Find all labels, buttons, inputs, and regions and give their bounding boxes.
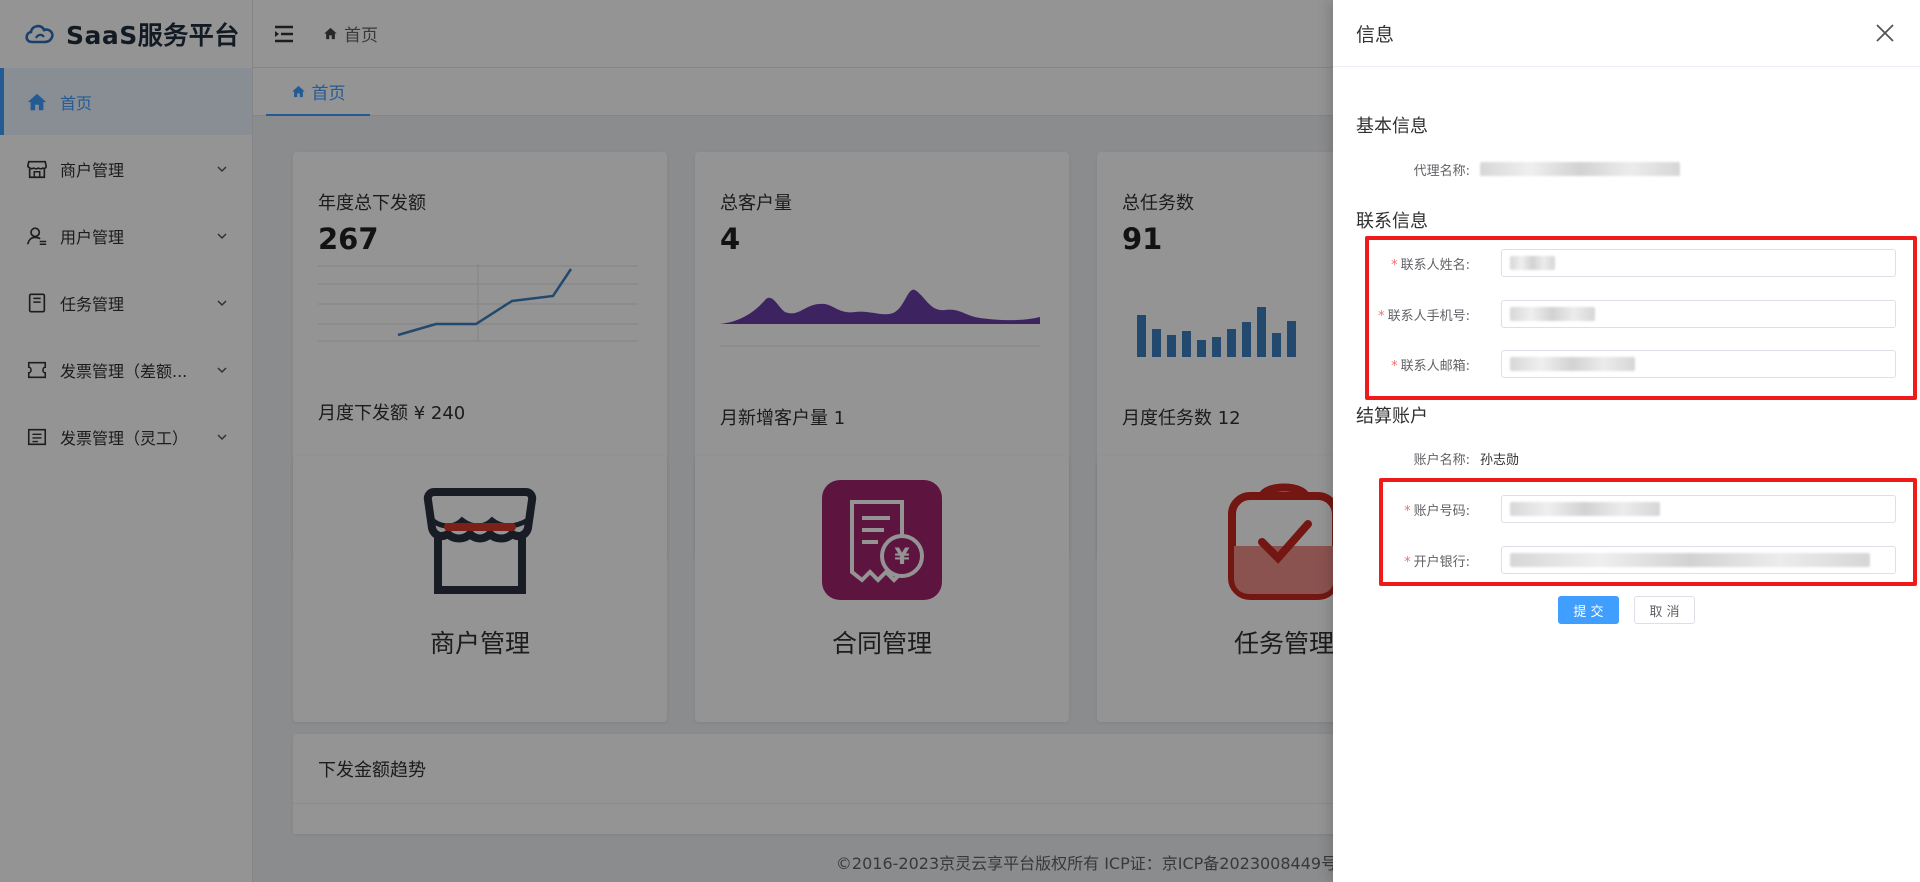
bank-input[interactable] [1501,546,1896,574]
submit-button[interactable]: 提 交 [1558,596,1619,624]
field-account-number: * 账户号码: [1404,503,1470,519]
close-icon[interactable] [1874,22,1896,44]
drawer-header: 信息 [1333,0,1920,67]
section-basic-info: 基本信息 [1356,116,1428,137]
contact-email-label: 联系人邮箱: [1400,358,1470,374]
field-account-name: 账户名称: 孙志勋 [1333,443,1519,473]
contact-name-input[interactable] [1501,249,1896,277]
field-bank: * 开户银行: [1404,554,1470,570]
field-contact-email: * 联系人邮箱: [1391,358,1470,374]
info-drawer: 信息 基本信息 代理名称: 联系信息 * 联系人姓名: * 联系人手机号: * 联系人… [1333,0,1920,882]
field-contact-phone: * 联系人手机号: [1378,308,1470,324]
agent-name-value [1480,162,1680,177]
cancel-button[interactable]: 取 消 [1634,596,1695,624]
section-settlement-account: 结算账户 [1356,406,1428,427]
contact-name-label: 联系人姓名: [1400,257,1470,273]
contact-phone-label: 联系人手机号: [1387,308,1470,324]
account-name-value: 孙志勋 [1480,452,1520,468]
contact-email-input[interactable] [1501,350,1896,378]
contact-phone-input[interactable] [1501,300,1896,328]
account-name-label: 账户名称: [1413,452,1470,468]
section-contact-info: 联系信息 [1356,211,1428,232]
account-number-label: 账户号码: [1413,503,1470,519]
drawer-title: 信息 [1356,23,1395,46]
agent-name-label: 代理名称: [1413,163,1470,179]
account-number-input[interactable] [1501,495,1896,523]
field-contact-name: * 联系人姓名: [1391,257,1470,273]
bank-label: 开户银行: [1413,554,1470,570]
field-agent-name: 代理名称: [1333,154,1680,184]
